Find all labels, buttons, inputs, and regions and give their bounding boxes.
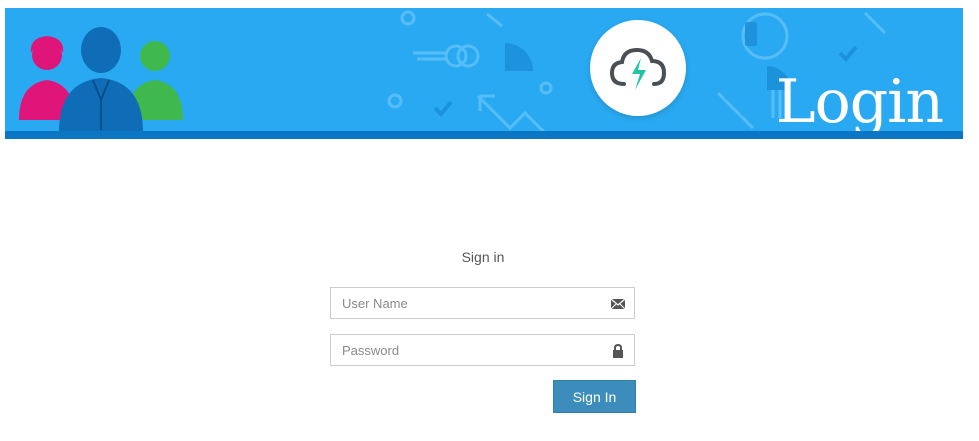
envelope-icon [610, 298, 626, 310]
sign-in-button[interactable]: Sign In [553, 380, 636, 413]
header-banner: Login [5, 8, 963, 139]
login-page: Login Sign in Sign In [0, 0, 979, 441]
cloud-logo-badge [590, 20, 686, 116]
password-field-wrapper [330, 334, 635, 366]
banner-title: Login [775, 67, 944, 137]
cloud-lightning-icon [609, 47, 667, 90]
banner-stripe [5, 131, 963, 139]
lock-icon [613, 343, 623, 358]
people-group-icon [19, 27, 183, 132]
username-input[interactable] [331, 288, 634, 318]
username-field-wrapper [330, 287, 635, 319]
password-input[interactable] [331, 335, 634, 365]
signin-heading: Sign in [461, 249, 505, 265]
